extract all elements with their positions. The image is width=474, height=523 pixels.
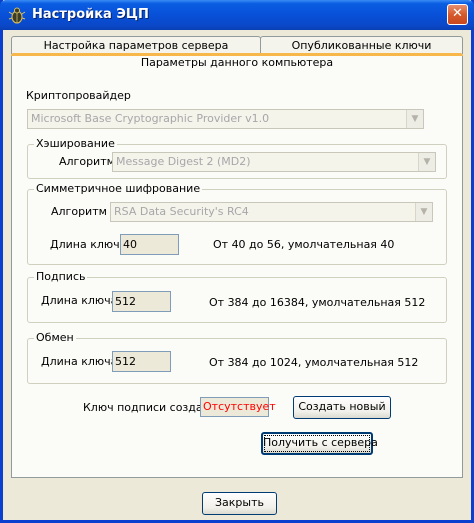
symmetric-group-title: Симметричное шифрование xyxy=(34,182,203,195)
tab-server-settings-label: Настройка параметров сервера xyxy=(43,39,229,52)
symmetric-algorithm-value: RSA Data Security's RC4 xyxy=(114,205,249,218)
symmetric-algorithm-label: Алгоритм xyxy=(51,205,107,218)
get-from-server-button[interactable]: Получить с сервера xyxy=(261,432,378,455)
exchange-key-length-input[interactable]: 512 xyxy=(112,351,171,372)
chevron-down-icon: ▼ xyxy=(415,203,432,221)
signature-key-length-label: Длина ключа xyxy=(41,294,118,307)
title-bar[interactable]: Настройка ЭЦП ✕ xyxy=(0,0,474,30)
symmetric-key-length-input[interactable]: 40 xyxy=(120,234,179,255)
chevron-down-icon: ▼ xyxy=(418,153,435,171)
crypto-provider-value: Microsoft Base Cryptographic Provider v1… xyxy=(31,112,270,125)
tab-published-keys-label: Опубликованные ключи xyxy=(291,39,432,52)
signing-key-status: Отсутствует xyxy=(200,397,276,417)
symmetric-algorithm-select[interactable]: RSA Data Security's RC4 ▼ xyxy=(110,202,433,222)
symmetric-range-hint: От 40 до 56, умолчательная 40 xyxy=(213,238,395,251)
hashing-algorithm-value: Message Digest 2 (MD2) xyxy=(116,155,251,168)
exchange-key-length-label: Длина ключа xyxy=(41,355,118,368)
symmetric-group: Симметричное шифрование xyxy=(27,182,447,265)
symmetric-key-length-label: Длина ключа xyxy=(50,238,127,251)
chevron-down-icon: ▼ xyxy=(406,110,423,128)
hashing-group-title: Хэширование xyxy=(34,137,117,150)
crypto-provider-label: Криптопровайдер xyxy=(26,89,131,102)
tab-this-computer-label: Параметры данного компьютера xyxy=(140,56,334,69)
crypto-provider-select[interactable]: Microsoft Base Cryptographic Provider v1… xyxy=(27,109,424,129)
exchange-range-hint: От 384 до 1024, умолчательная 512 xyxy=(209,356,419,369)
beetle-icon xyxy=(8,6,26,24)
signing-key-label: Ключ подписи создан xyxy=(83,401,210,414)
signature-group-title: Подпись xyxy=(34,270,88,283)
hashing-algorithm-select[interactable]: Message Digest 2 (MD2) ▼ xyxy=(112,152,436,172)
settings-window: Настройка ЭЦП ✕ Настройка параметров сер… xyxy=(0,0,474,523)
close-button[interactable]: Закрыть xyxy=(202,492,277,515)
tab-server-settings[interactable]: Настройка параметров сервера xyxy=(11,36,261,54)
close-icon: ✕ xyxy=(452,6,463,21)
tab-this-computer[interactable]: Параметры данного компьютера xyxy=(11,53,463,72)
hashing-algorithm-label: Алгоритм xyxy=(59,155,115,168)
signature-key-length-input[interactable]: 512 xyxy=(112,291,171,312)
tab-published-keys[interactable]: Опубликованные ключи xyxy=(260,36,463,54)
create-new-key-button[interactable]: Создать новый xyxy=(293,396,391,419)
close-window-button[interactable]: ✕ xyxy=(447,4,468,25)
signature-range-hint: От 384 до 16384, умолчательная 512 xyxy=(209,296,426,309)
exchange-group-title: Обмен xyxy=(34,331,76,344)
window-title: Настройка ЭЦП xyxy=(32,7,149,22)
